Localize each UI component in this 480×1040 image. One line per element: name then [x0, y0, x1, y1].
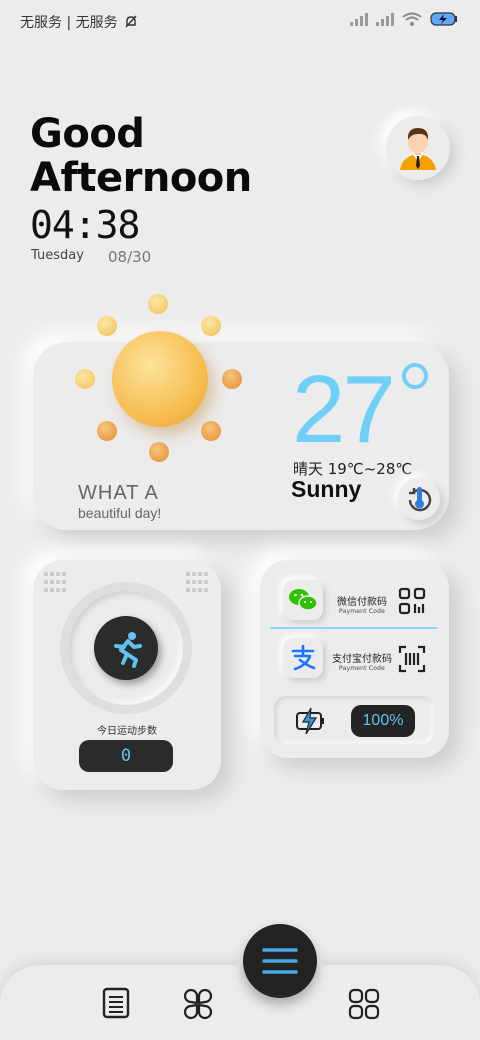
signal-icon [376, 12, 394, 26]
wechat-pay-button[interactable] [283, 580, 323, 620]
start-run-button[interactable] [94, 616, 158, 680]
grid-apps-icon[interactable] [348, 988, 380, 1020]
wifi-icon [402, 12, 422, 26]
step-label: 今日运动步数 [97, 726, 157, 737]
bell-off-icon [125, 15, 137, 28]
wechat-pay-text[interactable]: 微信付款码 Payment Code [334, 593, 390, 615]
weather-condition: Sunny [291, 476, 362, 502]
step-count: 0 [79, 740, 173, 772]
decor-dots [186, 572, 208, 594]
tagline-line2: beautiful day! [78, 505, 162, 521]
wechat-icon [289, 589, 318, 611]
degree-symbol [402, 363, 428, 389]
greeting-line2: Afternoon [30, 155, 252, 201]
alipay-name: 支付宝付款码 [332, 654, 392, 665]
greeting-line1: Good [30, 111, 145, 157]
running-man-icon [114, 632, 142, 668]
clover-apps-icon[interactable] [182, 988, 214, 1020]
decor-dots [44, 572, 66, 594]
sun-ray [97, 421, 117, 441]
alipay-icon [291, 644, 316, 671]
thermometer-refresh-icon [408, 487, 432, 512]
carrier-text: 无服务 | 无服务 [20, 15, 118, 31]
sun-ray [148, 294, 168, 314]
sun-ray [149, 442, 169, 462]
qr-code-icon[interactable] [398, 587, 426, 615]
alipay-button[interactable] [283, 638, 323, 678]
businessman-avatar-icon [400, 128, 436, 170]
sun-ray [201, 316, 221, 336]
wechat-pay-subtitle: Payment Code [339, 608, 385, 615]
clock-time: 04:38 [30, 203, 140, 247]
sun-ray [97, 316, 117, 336]
menu-icon [262, 948, 298, 974]
weekday: Tuesday [31, 248, 84, 263]
sun-ray [75, 369, 95, 389]
bottom-dock [0, 965, 480, 1040]
battery-charging-icon [430, 12, 457, 26]
tagline-line1: WHAT A [78, 482, 159, 504]
greeting: Good Afternoon [30, 112, 252, 200]
notes-icon[interactable] [100, 987, 132, 1019]
temperature: 27 [292, 356, 396, 463]
menu-button[interactable] [243, 924, 317, 998]
avatar[interactable] [386, 116, 450, 180]
alipay-text[interactable]: 支付宝付款码 Payment Code [330, 650, 394, 672]
sun-icon [112, 331, 208, 427]
barcode-scan-icon[interactable] [398, 645, 426, 673]
status-bar-carrier: 无服务 | 无服务 [20, 12, 138, 32]
battery-level: 100% [351, 705, 415, 737]
signal-icon [350, 12, 368, 26]
date: 08/30 [108, 248, 152, 266]
refresh-weather-button[interactable] [398, 478, 440, 520]
sun-ray [222, 369, 242, 389]
alipay-subtitle: Payment Code [339, 665, 385, 672]
status-bar-icons [350, 12, 458, 26]
payment-divider [270, 627, 437, 629]
battery-charging-icon [296, 707, 324, 735]
sun-ray [201, 421, 221, 441]
wechat-pay-name: 微信付款码 [337, 597, 387, 608]
